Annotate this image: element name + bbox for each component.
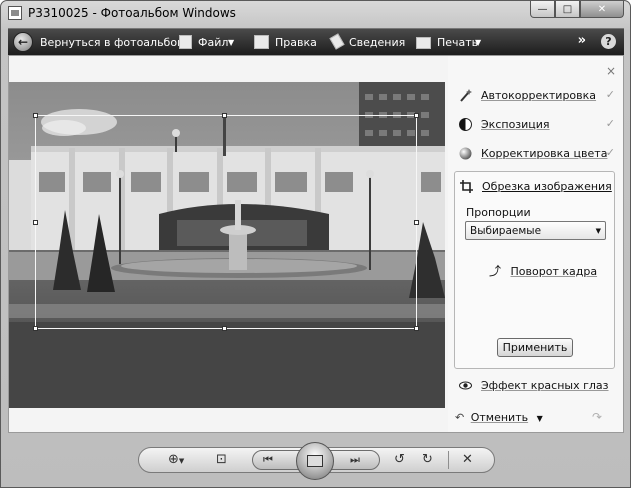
print-menu[interactable]: Печать xyxy=(437,36,478,49)
app-window: P3310025 - Фотоальбом Windows — □ ✕ ← Ве… xyxy=(0,0,631,488)
tool-crop[interactable]: Обрезка изображения xyxy=(460,178,612,196)
chevron-down-icon: ▼ xyxy=(475,38,482,47)
tool-label: Корректировка цвета xyxy=(481,147,608,160)
chevron-down-icon: ▼ xyxy=(536,414,543,423)
tool-redeye[interactable]: Эффект красных глаз xyxy=(459,377,615,395)
redo-icon[interactable]: ↷ xyxy=(592,410,602,424)
exposure-icon xyxy=(459,118,472,131)
zoom-icon[interactable]: ⊕▼ xyxy=(168,452,184,467)
crop-handle-bottom-left[interactable] xyxy=(33,326,38,331)
tool-label: Автокорректировка xyxy=(481,89,597,102)
file-menu[interactable]: Файл xyxy=(198,36,228,49)
printer-icon xyxy=(416,37,431,49)
bottom-navigation: ⊕▼ ⊡ ⏮ ⏭ ↺ ↻ ✕ xyxy=(138,442,495,480)
color-ball-icon xyxy=(459,147,472,160)
tool-label: Эффект красных глаз xyxy=(481,379,609,392)
check-icon: ✓ xyxy=(605,88,615,101)
help-button[interactable]: ? xyxy=(601,34,616,49)
rotate-frame-icon: ⤴ xyxy=(489,264,502,278)
photo-gallery-app-icon[interactable] xyxy=(8,6,22,20)
chevron-down-icon: ▼ xyxy=(228,38,235,47)
window-controls: — □ ✕ xyxy=(530,1,624,19)
minimize-button[interactable]: — xyxy=(530,1,555,18)
title-bar[interactable]: P3310025 - Фотоальбом Windows — □ ✕ xyxy=(1,1,630,27)
undo-label: Отменить xyxy=(470,411,529,424)
tag-icon xyxy=(329,33,345,50)
edit-menu[interactable]: Правка xyxy=(275,36,317,49)
tool-color[interactable]: Корректировка цвета ✓ xyxy=(459,145,615,163)
rotate-left-icon[interactable]: ↺ xyxy=(394,452,405,467)
main-content: × Автокорректировка ✓ Экспозиция ✓ Корре… xyxy=(8,55,624,433)
edit-icon xyxy=(254,35,269,49)
undo-button[interactable]: ↶ Отменить ▼ xyxy=(455,411,543,424)
actual-size-icon[interactable]: ⊡ xyxy=(216,452,227,467)
previous-icon[interactable]: ⏮ xyxy=(263,453,273,467)
separator xyxy=(448,451,449,469)
close-panel-button[interactable]: × xyxy=(606,64,616,78)
back-arrow-icon[interactable]: ← xyxy=(13,32,33,52)
eye-icon xyxy=(459,381,472,390)
crop-section: Обрезка изображения Пропорции Выбираемые… xyxy=(454,171,615,369)
back-to-gallery-button[interactable]: Вернуться в фотоальбом xyxy=(40,36,185,49)
edit-panel: × Автокорректировка ✓ Экспозиция ✓ Корре… xyxy=(448,56,623,432)
crop-handle-bottom-right[interactable] xyxy=(414,326,419,331)
next-icon[interactable]: ⏭ xyxy=(350,453,360,467)
crop-handle-right[interactable] xyxy=(414,220,419,225)
slideshow-button[interactable] xyxy=(296,442,334,480)
crop-handle-top-right[interactable] xyxy=(414,113,419,118)
tool-exposure[interactable]: Экспозиция ✓ xyxy=(459,116,615,134)
tool-label: Экспозиция xyxy=(481,118,550,131)
crop-handle-left[interactable] xyxy=(33,220,38,225)
crop-title: Обрезка изображения xyxy=(482,180,612,193)
rotate-right-icon[interactable]: ↻ xyxy=(422,452,433,467)
delete-icon[interactable]: ✕ xyxy=(462,452,473,467)
crop-handle-top-left[interactable] xyxy=(33,113,38,118)
magic-wand-icon xyxy=(460,89,472,102)
check-icon: ✓ xyxy=(605,117,615,130)
undo-icon: ↶ xyxy=(455,411,465,424)
proportions-select[interactable]: Выбираемые ▼ xyxy=(465,221,606,240)
command-bar: ← Вернуться в фотоальбом Файл ▼ Правка С… xyxy=(8,28,624,55)
crop-handle-top[interactable] xyxy=(222,113,227,118)
crop-icon xyxy=(460,180,473,193)
window-title: P3310025 - Фотоальбом Windows xyxy=(28,6,236,20)
rotate-frame-label: Поворот кадра xyxy=(510,265,598,278)
photo-preview[interactable] xyxy=(9,82,445,408)
close-button[interactable]: ✕ xyxy=(580,1,624,18)
file-icon xyxy=(179,35,192,49)
info-button[interactable]: Сведения xyxy=(349,36,405,49)
crop-handle-bottom[interactable] xyxy=(222,326,227,331)
tool-autocorrect[interactable]: Автокорректировка ✓ xyxy=(459,87,615,105)
proportions-label: Пропорции xyxy=(466,206,531,219)
more-commands-button[interactable]: » xyxy=(578,33,586,48)
rotate-frame-button[interactable]: ⤴ Поворот кадра xyxy=(489,262,597,279)
crop-selection-frame[interactable] xyxy=(33,113,419,331)
maximize-button[interactable]: □ xyxy=(555,1,580,18)
proportions-value: Выбираемые xyxy=(470,225,542,237)
chevron-down-icon: ▼ xyxy=(595,227,601,235)
check-icon: ✓ xyxy=(605,146,615,159)
apply-button[interactable]: Применить xyxy=(497,338,573,357)
slideshow-icon xyxy=(307,455,323,467)
